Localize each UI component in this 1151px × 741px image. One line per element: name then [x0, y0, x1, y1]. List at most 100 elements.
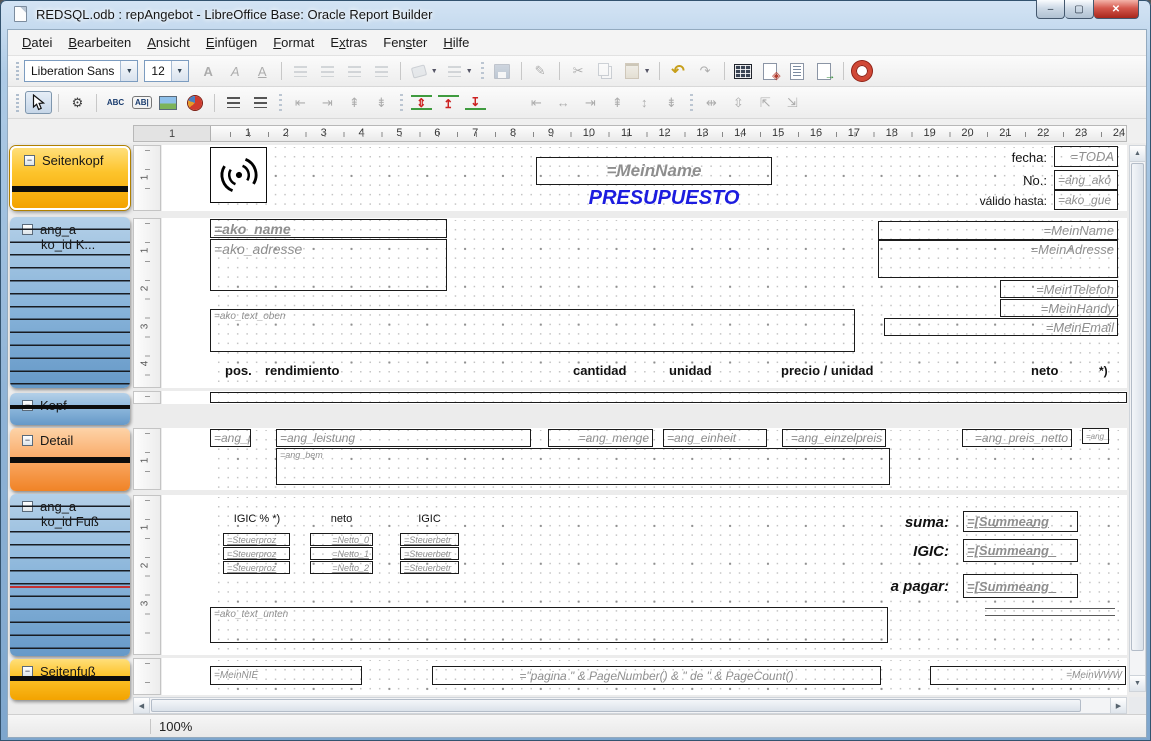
- field-fecha[interactable]: =TODA: [1054, 146, 1118, 167]
- section-label-2: ko_id K...: [41, 237, 95, 252]
- statusbar-separator: [150, 719, 151, 734]
- label-neto-sum[interactable]: neto: [310, 511, 373, 526]
- section-header-row: −Detail: [10, 428, 130, 448]
- field-meinhandy[interactable]: =MeinHandy: [1000, 299, 1118, 317]
- field-valido-hasta[interactable]: =ako_gue: [1054, 190, 1118, 210]
- section-header-gruppe-fuss[interactable]: −ang_ako_id Fuß: [10, 494, 130, 656]
- label-igic-sum[interactable]: IGIC: [400, 511, 459, 526]
- field-ang-leistung[interactable]: =ang_leistung: [276, 429, 531, 447]
- section-bound-line: [10, 457, 130, 463]
- scroll-up-icon[interactable]: ▲: [1130, 146, 1145, 162]
- label-unidad[interactable]: unidad: [666, 362, 728, 379]
- field-a-pagar[interactable]: =[Summeang_: [963, 574, 1078, 598]
- section-header-gruppe-kopf[interactable]: −ang_ako_id K...: [10, 217, 130, 388]
- label-presupuesto[interactable]: PRESUPUESTO: [546, 186, 782, 211]
- ruler-number: 2: [139, 562, 150, 568]
- vertical-ruler: 123: [133, 495, 161, 655]
- field-meinemail[interactable]: =MeinEmail: [884, 318, 1118, 336]
- field-kopf-empty[interactable]: [210, 392, 1127, 403]
- label-valido-hasta[interactable]: válido hasta:: [950, 192, 1050, 209]
- field-meintelefon[interactable]: =MeinTelefon: [1000, 280, 1118, 298]
- field-meinadresse[interactable]: =MeinAdresse: [878, 240, 1118, 278]
- status-bar: 100%: [8, 714, 1146, 737]
- section-red-line: [10, 586, 130, 588]
- horizontal-scroll-thumb[interactable]: [151, 699, 1081, 712]
- label-precio-unidad[interactable]: precio / unidad: [778, 362, 904, 379]
- field-igic-total[interactable]: =[Summeang_: [963, 539, 1078, 562]
- vertical-ruler: 1: [133, 145, 161, 211]
- collapse-icon[interactable]: −: [22, 435, 33, 446]
- label-cantidad[interactable]: cantidad: [570, 362, 648, 379]
- label-rendimiento[interactable]: rendimiento: [262, 362, 370, 379]
- label-igic-pct[interactable]: IGIC % *): [222, 511, 292, 526]
- field-mein-nie[interactable]: =MeinNIE: [210, 666, 362, 685]
- ruler-number: 3: [139, 323, 150, 329]
- scroll-down-icon[interactable]: ▼: [1130, 675, 1145, 691]
- vertical-ruler: 1: [133, 428, 161, 490]
- field-angebot-nr[interactable]: =ang_ako: [1054, 170, 1118, 190]
- collapse-icon[interactable]: −: [24, 155, 35, 166]
- label-asterisco[interactable]: *): [1096, 362, 1114, 379]
- field-meinname-title[interactable]: =MeinName: [536, 157, 772, 185]
- field-steuerproz-2[interactable]: =Steuerproz: [223, 547, 290, 560]
- ruler-number: 4: [139, 361, 150, 367]
- vertical-ruler: [133, 658, 161, 695]
- ruler-number: 1: [139, 175, 150, 181]
- field-ang-einheit[interactable]: =ang_einheit: [663, 429, 767, 447]
- field-steuerproz-1[interactable]: =Steuerproz: [223, 533, 290, 546]
- field-ang-bem[interactable]: =ang_bem: [276, 448, 890, 485]
- horizontal-scrollbar[interactable]: ◀ ▶: [133, 697, 1127, 714]
- section-label: ang_a: [40, 499, 76, 514]
- field-steuerbetr-1[interactable]: =Steuerbetr: [400, 533, 459, 546]
- vertical-ruler: [133, 391, 161, 404]
- label-neto[interactable]: neto: [1028, 362, 1068, 379]
- field-steuerbetr-3[interactable]: =Steuerbetr: [400, 561, 459, 574]
- field-netto-0[interactable]: =Netto_0: [310, 533, 373, 546]
- section-header-kopf[interactable]: −Kopf: [10, 393, 130, 425]
- label-suma[interactable]: suma:: [858, 513, 952, 531]
- collapse-icon[interactable]: −: [22, 501, 33, 512]
- vertical-scroll-thumb[interactable]: [1131, 163, 1144, 651]
- line-decoration-2[interactable]: [985, 615, 1115, 616]
- application-window: REDSQL.odb : repAngebot - LibreOffice Ba…: [0, 0, 1151, 741]
- section-header-seitenfuss[interactable]: −Seitenfuß: [10, 659, 130, 700]
- scroll-right-icon[interactable]: ▶: [1110, 698, 1126, 713]
- field-pagina[interactable]: ="pagina " & PageNumber() & " de " & Pag…: [432, 666, 881, 685]
- field-ang-menge[interactable]: =ang_menge: [548, 429, 653, 447]
- vertical-scrollbar[interactable]: ▲ ▼: [1129, 145, 1146, 692]
- ruler-number: 2: [139, 285, 150, 291]
- field-ako-adresse[interactable]: =ako_adresse: [210, 239, 447, 291]
- field-meinname-right[interactable]: =MeinName: [878, 221, 1118, 240]
- field-ang-einzelpreis[interactable]: =ang_einzelpreis: [782, 429, 886, 447]
- scroll-left-icon[interactable]: ◀: [134, 698, 150, 713]
- ruler-number: 1: [139, 525, 150, 531]
- label-igic-total[interactable]: IGIC:: [858, 542, 952, 560]
- section-header-row: −Kopf: [10, 393, 130, 413]
- field-mein-www[interactable]: =MeinWWW: [930, 666, 1126, 685]
- line-decoration-1[interactable]: [985, 608, 1115, 609]
- field-ang-pos[interactable]: =ang_po: [210, 429, 251, 447]
- work-area: −Seitenkopf1−ang_ako_id K...1234−Kopf−De…: [0, 0, 1151, 741]
- field-ako-text-unten[interactable]: =ako_text_unten: [210, 607, 888, 643]
- ruler-number: 1: [139, 458, 150, 464]
- field-ako-name[interactable]: =ako_name: [210, 219, 447, 238]
- label-no[interactable]: No.:: [958, 172, 1050, 189]
- field-steuerproz-3[interactable]: =Steuerproz: [223, 561, 290, 574]
- section-header-row: −Seitenkopf: [12, 148, 128, 168]
- section-label-2: ko_id Fuß: [41, 514, 99, 529]
- logo-image[interactable]: [210, 147, 267, 203]
- section-header-detail[interactable]: −Detail: [10, 428, 130, 491]
- label-fecha[interactable]: fecha:: [958, 149, 1050, 166]
- field-netto-2[interactable]: =Netto_2: [310, 561, 373, 574]
- label-pos[interactable]: pos.: [222, 362, 260, 379]
- field-steuerbetr-2[interactable]: =Steuerbetr: [400, 547, 459, 560]
- field-ako-text-oben[interactable]: =ako_text_oben: [210, 309, 855, 352]
- collapse-icon[interactable]: −: [22, 224, 33, 235]
- field-suma-total[interactable]: =[Summeang: [963, 511, 1078, 532]
- section-header-seitenkopf[interactable]: −Seitenkopf: [10, 146, 130, 210]
- field-netto-1[interactable]: =Netto_1: [310, 547, 373, 560]
- field-ang-klein[interactable]: =ang_: [1082, 428, 1109, 444]
- section-label: Seitenkopf: [42, 153, 103, 168]
- field-ang-preis-netto[interactable]: =ang_preis_netto: [962, 429, 1072, 447]
- label-a-pagar[interactable]: a pagar:: [858, 577, 952, 595]
